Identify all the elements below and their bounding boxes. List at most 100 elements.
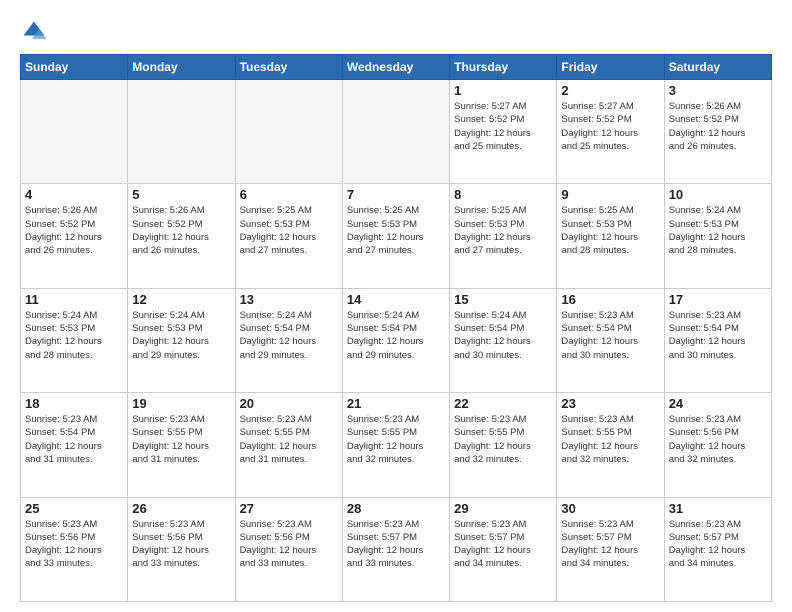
day-info: Sunrise: 5:25 AM Sunset: 5:53 PM Dayligh… <box>347 204 445 257</box>
day-info: Sunrise: 5:26 AM Sunset: 5:52 PM Dayligh… <box>132 204 230 257</box>
day-info: Sunrise: 5:25 AM Sunset: 5:53 PM Dayligh… <box>240 204 338 257</box>
day-info: Sunrise: 5:23 AM Sunset: 5:55 PM Dayligh… <box>561 413 659 466</box>
day-number: 25 <box>25 501 123 516</box>
calendar-day-cell: 4 Sunrise: 5:26 AM Sunset: 5:52 PM Daylig… <box>21 184 128 288</box>
day-number: 4 <box>25 187 123 202</box>
day-number: 29 <box>454 501 552 516</box>
weekday-header: Friday <box>557 55 664 80</box>
calendar-table: SundayMondayTuesdayWednesdayThursdayFrid… <box>20 54 772 602</box>
day-number: 31 <box>669 501 767 516</box>
calendar-day-cell <box>128 80 235 184</box>
calendar-day-cell: 9Sunrise: 5:25 AM Sunset: 5:53 PM Daylig… <box>557 184 664 288</box>
day-info: Sunrise: 5:23 AM Sunset: 5:55 PM Dayligh… <box>240 413 338 466</box>
calendar-day-cell: 28 Sunrise: 5:23 AM Sunset: 5:57 PM Dayli… <box>342 497 449 601</box>
day-number: 22 <box>454 396 552 411</box>
day-number: 19 <box>132 396 230 411</box>
day-number: 12 <box>132 292 230 307</box>
calendar-day-cell: 2 Sunrise: 5:27 AM Sunset: 5:52 PM Daylig… <box>557 80 664 184</box>
day-info: Sunrise: 5:23 AM Sunset: 5:57 PM Dayligh… <box>454 518 552 571</box>
day-number: 11 <box>25 292 123 307</box>
day-number: 10 <box>669 187 767 202</box>
logo <box>20 18 52 46</box>
calendar-day-cell: 25 Sunrise: 5:23 AM Sunset: 5:56 PM Dayli… <box>21 497 128 601</box>
calendar-day-cell: 22 Sunrise: 5:23 AM Sunset: 5:55 PM Dayli… <box>450 393 557 497</box>
calendar-day-cell <box>342 80 449 184</box>
day-info: Sunrise: 5:25 AM Sunset: 5:53 PM Dayligh… <box>454 204 552 257</box>
calendar-day-cell: 31 Sunrise: 5:23 AM Sunset: 5:57 PM Dayli… <box>664 497 771 601</box>
calendar-day-cell: 20 Sunrise: 5:23 AM Sunset: 5:55 PM Dayli… <box>235 393 342 497</box>
day-number: 30 <box>561 501 659 516</box>
day-number: 23 <box>561 396 659 411</box>
day-info: Sunrise: 5:23 AM Sunset: 5:56 PM Dayligh… <box>240 518 338 571</box>
weekday-header: Sunday <box>21 55 128 80</box>
day-number: 28 <box>347 501 445 516</box>
day-info: Sunrise: 5:23 AM Sunset: 5:54 PM Dayligh… <box>25 413 123 466</box>
calendar-day-cell: 30 Sunrise: 5:23 AM Sunset: 5:57 PM Dayli… <box>557 497 664 601</box>
day-info: Sunrise: 5:24 AM Sunset: 5:53 PM Dayligh… <box>25 309 123 362</box>
day-info: Sunrise: 5:26 AM Sunset: 5:52 PM Dayligh… <box>669 100 767 153</box>
calendar-day-cell: 8Sunrise: 5:25 AM Sunset: 5:53 PM Daylig… <box>450 184 557 288</box>
page: SundayMondayTuesdayWednesdayThursdayFrid… <box>0 0 792 612</box>
day-info: Sunrise: 5:23 AM Sunset: 5:54 PM Dayligh… <box>669 309 767 362</box>
calendar-day-cell <box>235 80 342 184</box>
calendar-week-row: 11 Sunrise: 5:24 AM Sunset: 5:53 PM Dayli… <box>21 288 772 392</box>
day-info: Sunrise: 5:24 AM Sunset: 5:53 PM Dayligh… <box>669 204 767 257</box>
day-number: 20 <box>240 396 338 411</box>
weekday-header: Monday <box>128 55 235 80</box>
calendar-day-cell: 29 Sunrise: 5:23 AM Sunset: 5:57 PM Dayli… <box>450 497 557 601</box>
calendar-day-cell: 1Sunrise: 5:27 AM Sunset: 5:52 PM Daylig… <box>450 80 557 184</box>
calendar-day-cell: 21 Sunrise: 5:23 AM Sunset: 5:55 PM Dayli… <box>342 393 449 497</box>
day-number: 3 <box>669 83 767 98</box>
calendar-day-cell: 7Sunrise: 5:25 AM Sunset: 5:53 PM Daylig… <box>342 184 449 288</box>
day-info: Sunrise: 5:23 AM Sunset: 5:56 PM Dayligh… <box>669 413 767 466</box>
calendar-week-row: 1Sunrise: 5:27 AM Sunset: 5:52 PM Daylig… <box>21 80 772 184</box>
day-number: 27 <box>240 501 338 516</box>
calendar-day-cell: 26 Sunrise: 5:23 AM Sunset: 5:56 PM Dayli… <box>128 497 235 601</box>
day-info: Sunrise: 5:23 AM Sunset: 5:57 PM Dayligh… <box>669 518 767 571</box>
day-info: Sunrise: 5:24 AM Sunset: 5:53 PM Dayligh… <box>132 309 230 362</box>
calendar-day-cell: 15Sunrise: 5:24 AM Sunset: 5:54 PM Dayli… <box>450 288 557 392</box>
calendar-day-cell: 23 Sunrise: 5:23 AM Sunset: 5:55 PM Dayli… <box>557 393 664 497</box>
day-info: Sunrise: 5:23 AM Sunset: 5:57 PM Dayligh… <box>347 518 445 571</box>
day-number: 13 <box>240 292 338 307</box>
day-number: 17 <box>669 292 767 307</box>
calendar-day-cell: 12 Sunrise: 5:24 AM Sunset: 5:53 PM Dayli… <box>128 288 235 392</box>
day-number: 9 <box>561 187 659 202</box>
day-info: Sunrise: 5:23 AM Sunset: 5:55 PM Dayligh… <box>454 413 552 466</box>
day-info: Sunrise: 5:26 AM Sunset: 5:52 PM Dayligh… <box>25 204 123 257</box>
day-info: Sunrise: 5:24 AM Sunset: 5:54 PM Dayligh… <box>240 309 338 362</box>
day-number: 24 <box>669 396 767 411</box>
calendar-day-cell: 27 Sunrise: 5:23 AM Sunset: 5:56 PM Dayli… <box>235 497 342 601</box>
calendar-day-cell: 18 Sunrise: 5:23 AM Sunset: 5:54 PM Dayli… <box>21 393 128 497</box>
day-number: 6 <box>240 187 338 202</box>
day-number: 15 <box>454 292 552 307</box>
calendar-week-row: 25 Sunrise: 5:23 AM Sunset: 5:56 PM Dayli… <box>21 497 772 601</box>
weekday-header: Wednesday <box>342 55 449 80</box>
calendar-day-cell: 17 Sunrise: 5:23 AM Sunset: 5:54 PM Dayli… <box>664 288 771 392</box>
calendar-day-cell: 16Sunrise: 5:23 AM Sunset: 5:54 PM Dayli… <box>557 288 664 392</box>
weekday-header: Tuesday <box>235 55 342 80</box>
day-number: 2 <box>561 83 659 98</box>
calendar-week-row: 4 Sunrise: 5:26 AM Sunset: 5:52 PM Daylig… <box>21 184 772 288</box>
calendar-day-cell: 24 Sunrise: 5:23 AM Sunset: 5:56 PM Dayli… <box>664 393 771 497</box>
weekday-header: Thursday <box>450 55 557 80</box>
day-number: 21 <box>347 396 445 411</box>
day-info: Sunrise: 5:23 AM Sunset: 5:56 PM Dayligh… <box>132 518 230 571</box>
calendar-day-cell: 13 Sunrise: 5:24 AM Sunset: 5:54 PM Dayli… <box>235 288 342 392</box>
day-info: Sunrise: 5:23 AM Sunset: 5:57 PM Dayligh… <box>561 518 659 571</box>
calendar-day-cell <box>21 80 128 184</box>
day-info: Sunrise: 5:23 AM Sunset: 5:55 PM Dayligh… <box>132 413 230 466</box>
calendar-header-row: SundayMondayTuesdayWednesdayThursdayFrid… <box>21 55 772 80</box>
calendar-week-row: 18 Sunrise: 5:23 AM Sunset: 5:54 PM Dayli… <box>21 393 772 497</box>
day-number: 14 <box>347 292 445 307</box>
calendar-day-cell: 14 Sunrise: 5:24 AM Sunset: 5:54 PM Dayli… <box>342 288 449 392</box>
day-number: 26 <box>132 501 230 516</box>
calendar-day-cell: 5Sunrise: 5:26 AM Sunset: 5:52 PM Daylig… <box>128 184 235 288</box>
calendar-day-cell: 10 Sunrise: 5:24 AM Sunset: 5:53 PM Dayli… <box>664 184 771 288</box>
day-info: Sunrise: 5:27 AM Sunset: 5:52 PM Dayligh… <box>561 100 659 153</box>
day-info: Sunrise: 5:24 AM Sunset: 5:54 PM Dayligh… <box>347 309 445 362</box>
header <box>20 18 772 46</box>
day-info: Sunrise: 5:23 AM Sunset: 5:55 PM Dayligh… <box>347 413 445 466</box>
day-info: Sunrise: 5:23 AM Sunset: 5:56 PM Dayligh… <box>25 518 123 571</box>
day-number: 18 <box>25 396 123 411</box>
